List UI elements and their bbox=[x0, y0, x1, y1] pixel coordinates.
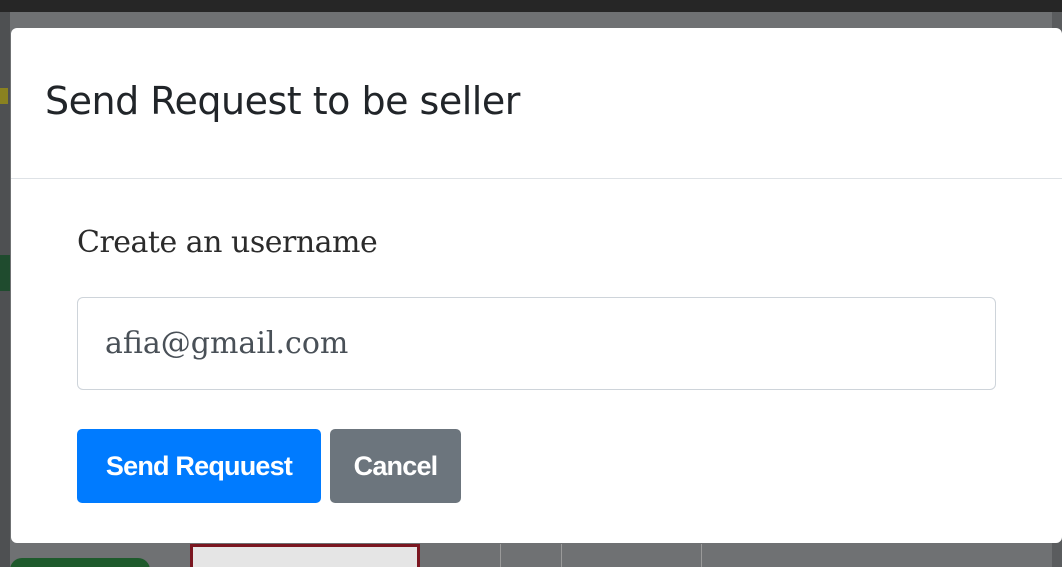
send-request-button[interactable]: Send Requuest bbox=[77, 429, 321, 503]
background-green-pill bbox=[10, 558, 150, 567]
username-input[interactable] bbox=[77, 297, 996, 390]
modal-title: Send Request to be seller bbox=[45, 79, 520, 123]
background-table-lines bbox=[500, 544, 1021, 567]
background-red-box bbox=[190, 544, 420, 567]
modal-header: Send Request to be seller bbox=[11, 28, 1062, 179]
modal-body: Create an username Send Requuest Cancel bbox=[11, 179, 1062, 543]
page-top-bar bbox=[0, 0, 1062, 12]
background-accent-yellow bbox=[0, 88, 8, 104]
background-accent-green bbox=[0, 255, 10, 291]
cancel-button[interactable]: Cancel bbox=[330, 429, 461, 503]
username-label: Create an username bbox=[77, 225, 378, 260]
seller-request-modal: Send Request to be seller Create an user… bbox=[11, 28, 1062, 543]
